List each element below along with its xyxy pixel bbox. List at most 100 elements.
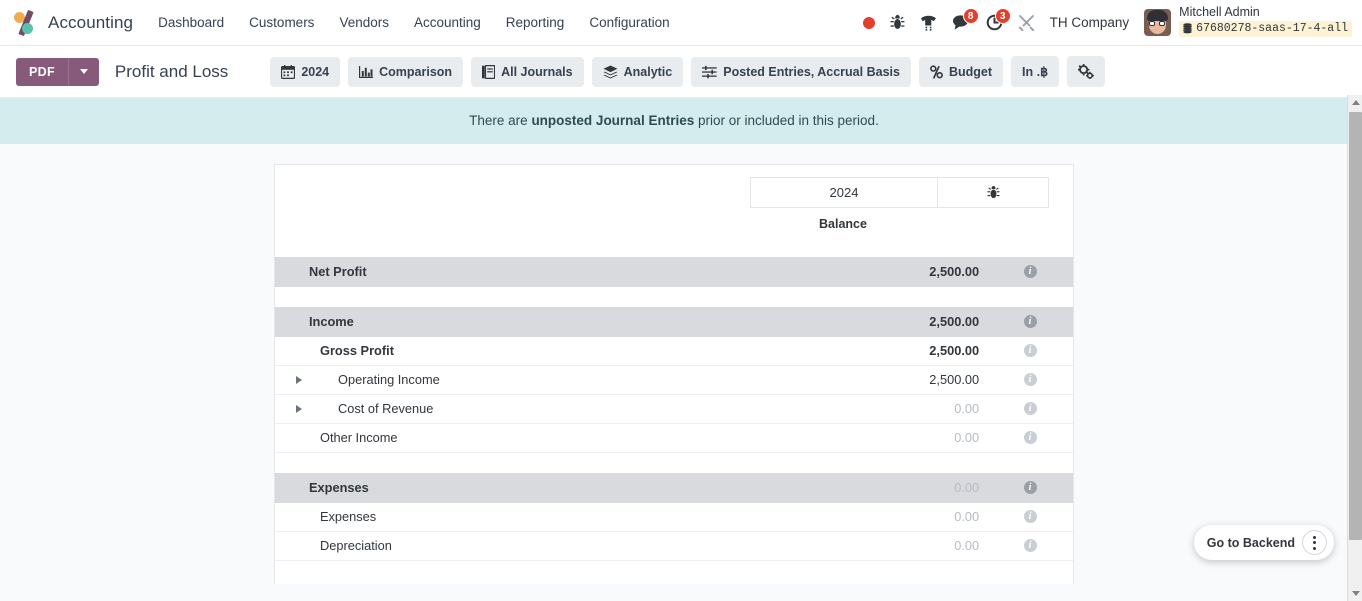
pdf-dropdown-button[interactable] (67, 57, 99, 86)
period-column-header[interactable]: 2024 (750, 177, 938, 209)
row-label: Expenses (275, 473, 877, 503)
chat-badge-count: 8 (962, 8, 979, 24)
balance-column-label: Balance (819, 217, 867, 232)
table-row[interactable]: Operating Income 2,500.00 i (275, 365, 1073, 395)
activity-badge-count: 3 (994, 8, 1011, 24)
app-brand-name[interactable]: Accounting (48, 13, 133, 33)
row-value: 2,500.00 (876, 336, 988, 366)
activity-clock-icon[interactable]: 3 (986, 8, 1011, 31)
report-settings-button[interactable] (1067, 56, 1106, 87)
user-avatar (1144, 9, 1172, 36)
pdf-export-button[interactable]: PDF (16, 57, 68, 86)
table-row[interactable]: Expenses 0.00 i (275, 502, 1073, 532)
menu-item-dashboard[interactable]: Dashboard (157, 11, 225, 34)
journals-filter-button[interactable]: All Journals (471, 56, 584, 87)
info-icon[interactable]: i (1023, 372, 1037, 386)
row-info-cell: i (987, 531, 1073, 561)
row-value: 0.00 (876, 531, 988, 561)
date-filter-label: 2024 (301, 64, 330, 79)
odoo-logo-icon[interactable] (11, 9, 39, 37)
table-row[interactable]: Depreciation 0.00 i (275, 531, 1073, 561)
table-row[interactable]: Expenses 0.00 i (275, 473, 1073, 503)
row-info-cell: i (987, 257, 1073, 287)
analytic-filter-button[interactable]: Analytic (591, 56, 684, 87)
comparison-button[interactable]: Comparison (348, 56, 464, 87)
currency-button[interactable]: In .฿ (1011, 56, 1060, 87)
row-label-text: Operating Income (338, 372, 440, 388)
row-info-cell: i (987, 473, 1073, 503)
table-row[interactable]: Gross Profit 2,500.00 i (275, 336, 1073, 366)
scroll-up-arrow-icon[interactable] (1348, 95, 1362, 110)
budget-button[interactable]: Budget (918, 56, 1004, 87)
menu-item-reporting[interactable]: Reporting (505, 11, 566, 34)
gear-cogs-icon (1078, 64, 1094, 79)
user-menu[interactable]: Mitchell Admin 67680278-saas-17-4-all (1144, 5, 1352, 41)
scroll-down-arrow-icon[interactable] (1348, 586, 1362, 601)
bug-icon (987, 186, 999, 199)
date-filter-button[interactable]: 2024 (270, 56, 341, 87)
info-icon[interactable]: i (1023, 430, 1037, 444)
row-value: 0.00 (876, 394, 988, 424)
menu-item-configuration[interactable]: Configuration (588, 11, 670, 34)
phone-dialpad-icon[interactable] (920, 15, 937, 31)
expand-caret-icon[interactable] (296, 375, 302, 384)
database-name-text: 67680278-saas-17-4-all (1196, 21, 1348, 35)
table-header-row: 2024 Balance (275, 177, 1073, 237)
row-label: Operating Income (275, 365, 877, 395)
row-value: 0.00 (876, 502, 988, 532)
user-name-label: Mitchell Admin (1179, 4, 1260, 19)
bug-icon[interactable] (890, 14, 905, 31)
chevron-down-icon (79, 69, 88, 74)
sliders-icon (702, 65, 717, 78)
recording-dot-icon[interactable] (862, 16, 875, 29)
expand-caret-icon[interactable] (296, 404, 302, 413)
menu-item-accounting[interactable]: Accounting (413, 11, 482, 34)
percent-icon (930, 64, 943, 79)
table-row[interactable]: Cost of Revenue 0.00 i (275, 394, 1073, 424)
menu-item-vendors[interactable]: Vendors (338, 11, 390, 34)
entries-basis-label: Posted Entries, Accrual Basis (723, 64, 900, 79)
row-label: Cost of Revenue (275, 394, 877, 424)
company-selector[interactable]: TH Company (1050, 15, 1130, 30)
info-icon[interactable]: i (1023, 343, 1037, 357)
debug-column-header[interactable] (937, 177, 1049, 209)
entries-basis-filter-button[interactable]: Posted Entries, Accrual Basis (691, 56, 911, 87)
backend-widget: Go to Backend (1193, 525, 1334, 560)
calendar-icon (281, 64, 296, 79)
menu-item-customers[interactable]: Customers (248, 11, 315, 34)
row-label: Net Profit (275, 257, 877, 287)
navbar-systray: 8 3 TH Company Mitchell Admin 67680278-s… (862, 5, 1362, 41)
info-icon[interactable]: i (1023, 264, 1037, 278)
table-row[interactable]: Other Income 0.00 i (275, 423, 1073, 453)
journals-filter-label: All Journals (501, 64, 573, 79)
alert-prefix: There are (469, 113, 532, 128)
control-panel: PDF Profit and Loss 2024 Comparison All … (0, 46, 1362, 98)
budget-label: Budget (948, 64, 993, 79)
tools-wrench-icon[interactable] (1018, 14, 1035, 31)
row-label-text: Cost of Revenue (338, 401, 434, 417)
vertical-scrollbar[interactable] (1347, 95, 1362, 601)
info-icon[interactable]: i (1023, 480, 1037, 494)
database-name-label: 67680278-saas-17-4-all (1179, 20, 1352, 37)
info-icon[interactable]: i (1023, 509, 1037, 523)
row-value: 0.00 (876, 423, 988, 453)
table-row[interactable]: Net Profit 2,500.00 i (275, 257, 1073, 287)
row-label: Expenses (275, 502, 877, 532)
row-label: Other Income (275, 423, 877, 453)
alert-bold-text[interactable]: unposted Journal Entries (531, 113, 694, 128)
comparison-label: Comparison (379, 64, 453, 79)
row-info-cell: i (987, 423, 1073, 453)
row-value: 2,500.00 (876, 257, 988, 287)
kebab-menu-icon[interactable] (1302, 530, 1327, 555)
row-label: Depreciation (275, 531, 877, 561)
go-to-backend-button[interactable]: Go to Backend (1207, 536, 1295, 550)
info-icon[interactable]: i (1023, 538, 1037, 552)
info-icon[interactable]: i (1023, 401, 1037, 415)
table-row[interactable]: Income 2,500.00 i (275, 307, 1073, 337)
row-value: 0.00 (876, 473, 988, 503)
scrollbar-thumb[interactable] (1349, 112, 1362, 540)
chat-messages-icon[interactable]: 8 (952, 8, 979, 31)
database-icon (1183, 23, 1192, 34)
info-icon[interactable]: i (1023, 314, 1037, 328)
row-info-cell: i (987, 502, 1073, 532)
